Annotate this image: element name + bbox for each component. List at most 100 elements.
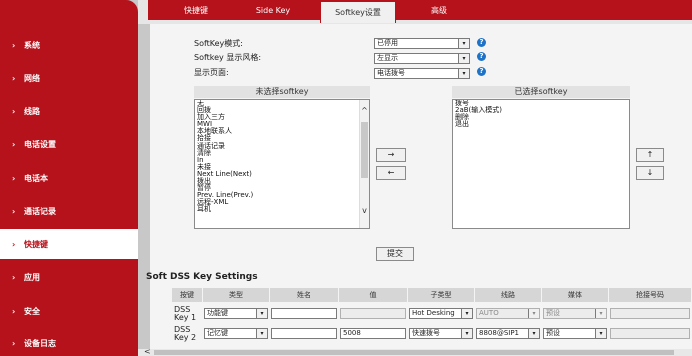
- dss-header-media: 媒体: [542, 288, 608, 302]
- help-icon[interactable]: ?: [477, 67, 486, 76]
- chevron-down-icon: ▾: [458, 54, 469, 63]
- help-icon[interactable]: ?: [477, 38, 486, 47]
- list-item[interactable]: 加入三方: [195, 114, 369, 121]
- selected-softkey-list[interactable]: 拨号 2aB(输入模式) 删除 退出: [452, 99, 630, 229]
- horizontal-scrollbar[interactable]: <: [138, 347, 692, 356]
- sidebar-item-system[interactable]: › 系统: [0, 30, 138, 60]
- chevron-down-icon: ▾: [461, 309, 472, 318]
- dss-header-key: 按键: [172, 288, 202, 302]
- list-item[interactable]: 拨出: [195, 177, 369, 185]
- chevron-down-icon: ▾: [595, 309, 606, 318]
- chevron-right-icon: ›: [12, 173, 16, 183]
- dss-media-select[interactable]: 预设 ▾: [543, 328, 607, 339]
- list-item[interactable]: 退出: [453, 121, 629, 128]
- sidebar-item-applications[interactable]: › 应用: [0, 262, 138, 292]
- dss-pickup-input[interactable]: [610, 308, 690, 319]
- dss-name-input[interactable]: [271, 328, 337, 339]
- list-item[interactable]: 清除: [195, 149, 369, 157]
- dss-subtype-select[interactable]: Hot Desking ▾: [409, 308, 473, 319]
- sidebar-item-label: 系统: [24, 40, 40, 50]
- sidebar: › 系统 › 网络 › 线路 › 电话设置 › 电话本 › 通话记录 › 快捷键 › 应用 › 安…: [0, 0, 138, 356]
- list-item[interactable]: 删除: [453, 114, 629, 121]
- softkey-style-select[interactable]: 左显示 ▾: [374, 53, 470, 64]
- selected-softkey-header: 已选择softkey: [452, 86, 630, 98]
- chevron-right-icon: ›: [12, 106, 16, 116]
- scroll-left-icon[interactable]: <: [144, 347, 151, 356]
- sidebar-item-lines[interactable]: › 线路: [0, 96, 138, 126]
- list-item[interactable]: Next Line(Next): [195, 170, 369, 178]
- help-icon[interactable]: ?: [477, 52, 486, 61]
- sidebar-item-call-log[interactable]: › 通话记录: [0, 196, 138, 226]
- softkey-mode-select[interactable]: 已停用 ▾: [374, 38, 470, 49]
- sidebar-item-network[interactable]: › 网络: [0, 63, 138, 93]
- tab-shortcut-keys[interactable]: 快捷键: [160, 0, 232, 20]
- display-page-label: 显示页面:: [194, 68, 229, 77]
- scrollbar-thumb[interactable]: [154, 350, 674, 355]
- scroll-down-icon[interactable]: v: [360, 206, 369, 215]
- list-scrollbar[interactable]: ^ v: [359, 100, 369, 228]
- dss-header-name: 姓名: [270, 288, 338, 302]
- submit-button[interactable]: 提交: [376, 247, 414, 261]
- move-left-button[interactable]: ←: [376, 166, 406, 180]
- sidebar-item-label: 电话本: [24, 173, 48, 183]
- tab-softkey-settings[interactable]: Softkey设置: [320, 1, 396, 23]
- chevron-right-icon: ›: [12, 338, 16, 348]
- display-page-select[interactable]: 电话拨号 ▾: [374, 68, 470, 79]
- chevron-down-icon: ▾: [458, 69, 469, 78]
- move-down-button[interactable]: ↓: [636, 166, 664, 180]
- sidebar-item-label: 应用: [24, 272, 40, 282]
- chevron-right-icon: ›: [12, 40, 16, 50]
- list-item[interactable]: In: [195, 156, 369, 164]
- list-item[interactable]: 通话记录: [195, 142, 369, 150]
- chevron-right-icon: ›: [12, 139, 16, 149]
- unselected-softkey-list[interactable]: 无 回拨 加入三方 MWI 本地联系人 拾接 通话记录 清除 In 未接 Nex…: [194, 99, 370, 229]
- chevron-right-icon: ›: [12, 73, 16, 83]
- sidebar-item-label: 通话记录: [24, 206, 56, 216]
- dss-media-select[interactable]: 预设 ▾: [543, 308, 607, 319]
- dss-type-select[interactable]: 功能键 ▾: [204, 308, 268, 319]
- sidebar-item-label: 电话设置: [24, 139, 56, 149]
- dss-value-input[interactable]: [340, 308, 406, 319]
- sidebar-item-phonebook[interactable]: › 电话本: [0, 163, 138, 193]
- tab-side-key[interactable]: Side Key: [238, 0, 308, 20]
- dss-value-input[interactable]: 5008: [340, 328, 406, 339]
- dss-header-subtype: 子类型: [408, 288, 474, 302]
- sidebar-item-label: 网络: [24, 73, 40, 83]
- chevron-down-icon: ▾: [595, 329, 606, 338]
- sidebar-item-shortcut-keys[interactable]: › 快捷键: [0, 229, 138, 259]
- unselected-softkey-header: 未选择softkey: [194, 86, 370, 98]
- chevron-down-icon: ▾: [528, 329, 539, 338]
- dss-pickup-input[interactable]: [610, 328, 690, 339]
- move-right-button[interactable]: →: [376, 148, 406, 162]
- sidebar-item-label: 安全: [24, 306, 40, 316]
- main-content: SoftKey模式: 已停用 ▾ ? Softkey 显示风格: 左显示 ▾ ? 显…: [146, 24, 692, 356]
- dss-line-select[interactable]: AUTO ▾: [476, 308, 540, 319]
- list-item[interactable]: 2aB(输入模式): [453, 106, 629, 114]
- scroll-up-icon[interactable]: ^: [360, 106, 369, 115]
- dss-name-input[interactable]: [271, 308, 337, 319]
- sidebar-item-label: 线路: [24, 106, 40, 116]
- dss-line-select[interactable]: 8808@SIP1 ▾: [476, 328, 540, 339]
- list-item[interactable]: 远程-XML: [195, 199, 369, 206]
- tab-advanced[interactable]: 高级: [404, 0, 474, 20]
- dss-key-label: DSS Key 1: [174, 305, 197, 322]
- chevron-down-icon: ▾: [528, 309, 539, 318]
- dss-subtype-select[interactable]: 快速拨号 ▾: [409, 328, 473, 339]
- chevron-down-icon: ▾: [256, 309, 267, 318]
- list-item[interactable]: 本地联系人: [195, 128, 369, 135]
- dss-header-line: 线路: [475, 288, 541, 302]
- dss-header-pickup: 抢接号码: [609, 288, 691, 302]
- scrollbar-thumb[interactable]: [361, 122, 368, 178]
- sidebar-item-device-log[interactable]: › 设备日志: [0, 328, 138, 356]
- softkey-style-label: Softkey 显示风格:: [194, 53, 262, 62]
- dss-key-label: DSS Key 2: [174, 325, 197, 342]
- list-item[interactable]: 无: [195, 100, 369, 107]
- chevron-right-icon: ›: [12, 306, 16, 316]
- sidebar-item-security[interactable]: › 安全: [0, 296, 138, 326]
- sidebar-item-phone-settings[interactable]: › 电话设置: [0, 129, 138, 159]
- sidebar-item-label: 设备日志: [24, 338, 56, 348]
- list-item[interactable]: 耳机: [195, 206, 369, 213]
- chevron-right-icon: ›: [12, 206, 16, 216]
- move-up-button[interactable]: ↑: [636, 148, 664, 162]
- dss-type-select[interactable]: 记忆键 ▾: [204, 328, 268, 339]
